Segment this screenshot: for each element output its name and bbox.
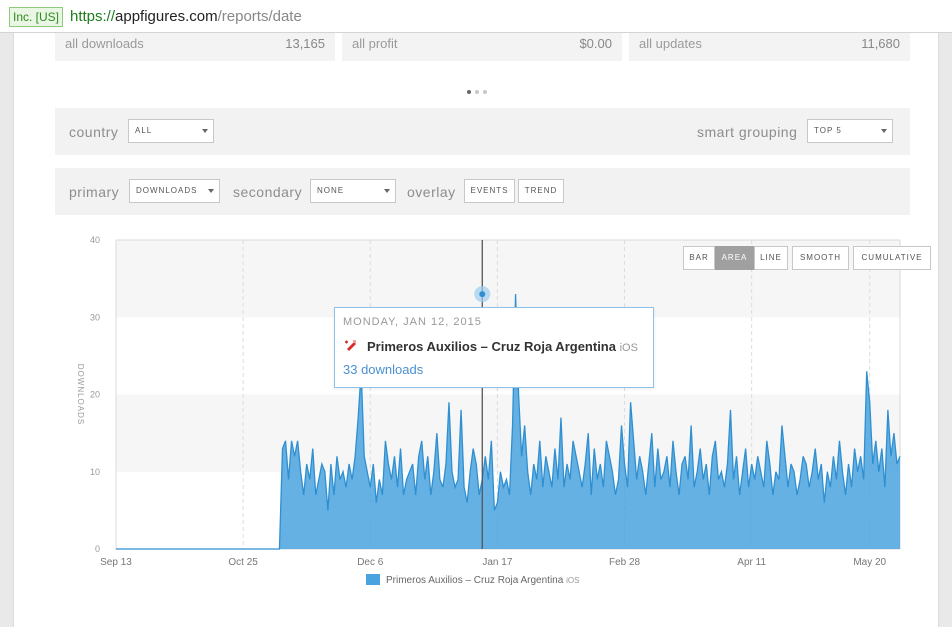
secondary-select[interactable]: NONE: [310, 179, 396, 203]
x-tick-label: Apr 11: [737, 557, 766, 568]
y-tick-label: 0: [95, 544, 100, 554]
summary-stats: all downloads 13,165 all profit $0.00 al…: [55, 33, 910, 61]
x-tick-label: May 20: [853, 557, 886, 568]
y-tick-label: 40: [90, 235, 100, 245]
x-tick-label: Oct 25: [228, 557, 258, 568]
area-mode-button[interactable]: AREA: [715, 246, 754, 270]
chevron-down-icon: [384, 189, 390, 193]
y-tick-label: 30: [90, 312, 100, 322]
carousel-dot[interactable]: [467, 90, 471, 94]
primary-label: primary: [69, 184, 120, 200]
tooltip-app-title: Primeros Auxilios – Cruz Roja Argentina: [367, 339, 616, 354]
trend-button[interactable]: TREND: [518, 179, 564, 203]
metric-filter-bar: primary DOWNLOADS secondary NONE overlay…: [55, 168, 910, 215]
stat-value: 13,165: [285, 36, 325, 51]
smart-grouping-value: TOP 5: [814, 126, 842, 135]
stat-label: all updates: [639, 36, 702, 51]
url-scheme: https://: [70, 8, 116, 25]
hover-point: [479, 291, 486, 298]
report-page: all downloads 13,165 all profit $0.00 al…: [13, 33, 939, 627]
secondary-value: NONE: [317, 186, 345, 195]
country-filter-bar: country ALL smart grouping TOP 5: [55, 108, 910, 155]
primary-select[interactable]: DOWNLOADS: [129, 179, 220, 203]
smart-grouping-label: smart grouping: [697, 124, 798, 140]
legend-platform: iOS: [566, 576, 580, 585]
browser-address-bar[interactable]: Inc. [US] https://appfigures.com/reports…: [0, 0, 952, 33]
chart-legend[interactable]: Primeros Auxilios – Cruz Roja Argentina …: [366, 574, 579, 586]
y-tick-label: 10: [90, 467, 100, 477]
app-icon: [345, 340, 356, 351]
stat-downloads: all downloads 13,165: [55, 33, 335, 61]
chart-svg: 0 10 20 30 40 DOWNLOADS Sep 13 Oct 25 Dec 6 Jan 1…: [76, 235, 901, 568]
cumulative-mode-button[interactable]: CUMULATIVE: [853, 246, 931, 270]
smooth-mode-button[interactable]: SMOOTH: [792, 246, 849, 270]
events-button[interactable]: EVENTS: [464, 179, 515, 203]
secure-badge[interactable]: Inc. [US]: [9, 7, 64, 27]
x-tick-label: Dec 6: [357, 557, 384, 568]
chart-tooltip: MONDAY, JAN 12, 2015 Primeros Auxilios –…: [334, 307, 654, 388]
y-axis-label: DOWNLOADS: [76, 364, 85, 425]
downloads-chart: 0 10 20 30 40 DOWNLOADS Sep 13 Oct 25 Dec 6 Jan 1…: [55, 230, 931, 610]
carousel-dot[interactable]: [475, 90, 479, 94]
stat-label: all downloads: [65, 36, 144, 51]
country-label: country: [69, 124, 119, 140]
x-tick-label: Feb 28: [609, 557, 641, 568]
chevron-down-icon: [881, 129, 887, 133]
country-select[interactable]: ALL: [128, 119, 214, 143]
legend-swatch: [366, 574, 380, 585]
carousel-dot[interactable]: [483, 90, 487, 94]
overlay-label: overlay: [407, 184, 456, 200]
url-host: appfigures.com: [115, 8, 218, 25]
x-tick-label: Sep 13: [100, 557, 132, 568]
line-mode-button[interactable]: LINE: [754, 246, 788, 270]
x-tick-label: Jan 17: [482, 557, 512, 568]
tooltip-value[interactable]: 33 downloads: [343, 362, 423, 377]
url-text[interactable]: https://appfigures.com/reports/date: [70, 7, 302, 26]
primary-value: DOWNLOADS: [136, 186, 198, 195]
stat-value: 11,680: [861, 36, 900, 51]
stat-label: all profit: [352, 36, 398, 51]
legend-label: Primeros Auxilios – Cruz Roja Argentina: [386, 575, 564, 586]
tooltip-date: MONDAY, JAN 12, 2015: [343, 316, 482, 328]
country-value: ALL: [135, 126, 153, 135]
tooltip-platform: iOS: [619, 342, 638, 354]
stat-value: $0.00: [579, 36, 612, 51]
smart-grouping-select[interactable]: TOP 5: [807, 119, 893, 143]
url-path: /reports/date: [217, 8, 302, 25]
y-tick-label: 20: [90, 390, 100, 400]
stat-profit: all profit $0.00: [342, 33, 622, 61]
bar-mode-button[interactable]: BAR: [683, 246, 715, 270]
secondary-label: secondary: [233, 184, 303, 200]
tooltip-app-name: Primeros Auxilios – Cruz Roja Argentina …: [367, 339, 638, 354]
carousel-dots: [467, 81, 491, 99]
chevron-down-icon: [208, 189, 214, 193]
stat-updates: all updates 11,680: [629, 33, 910, 61]
chevron-down-icon: [202, 129, 208, 133]
